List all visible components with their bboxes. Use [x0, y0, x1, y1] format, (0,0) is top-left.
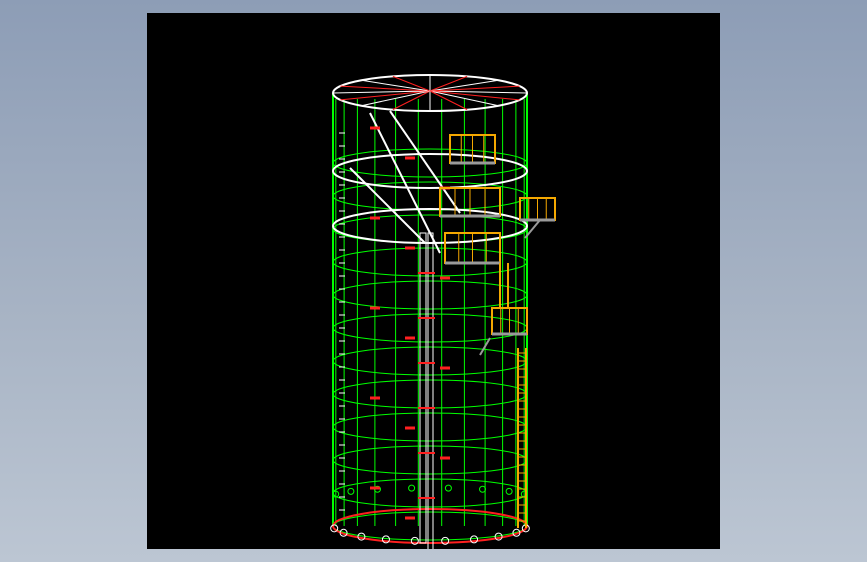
bottom-ring [332, 508, 528, 544]
shell-nozzle [505, 487, 513, 495]
shell-ring [332, 511, 528, 541]
tank-wireframe-drawing [330, 74, 556, 549]
shell-ring [332, 181, 528, 211]
center-column [419, 232, 427, 544]
shell-ring [332, 445, 528, 475]
shell-ring [332, 346, 528, 376]
center-column [427, 232, 434, 549]
shell-ring [332, 412, 528, 442]
shell-ring [332, 478, 528, 508]
shell-nozzle [408, 484, 416, 492]
shell-ring [332, 280, 528, 310]
shell-nozzle [444, 484, 452, 492]
shell-nozzle [347, 487, 355, 495]
shell-ring [332, 379, 528, 409]
cad-viewport[interactable] [147, 13, 720, 549]
stiffener-ring [332, 208, 528, 244]
